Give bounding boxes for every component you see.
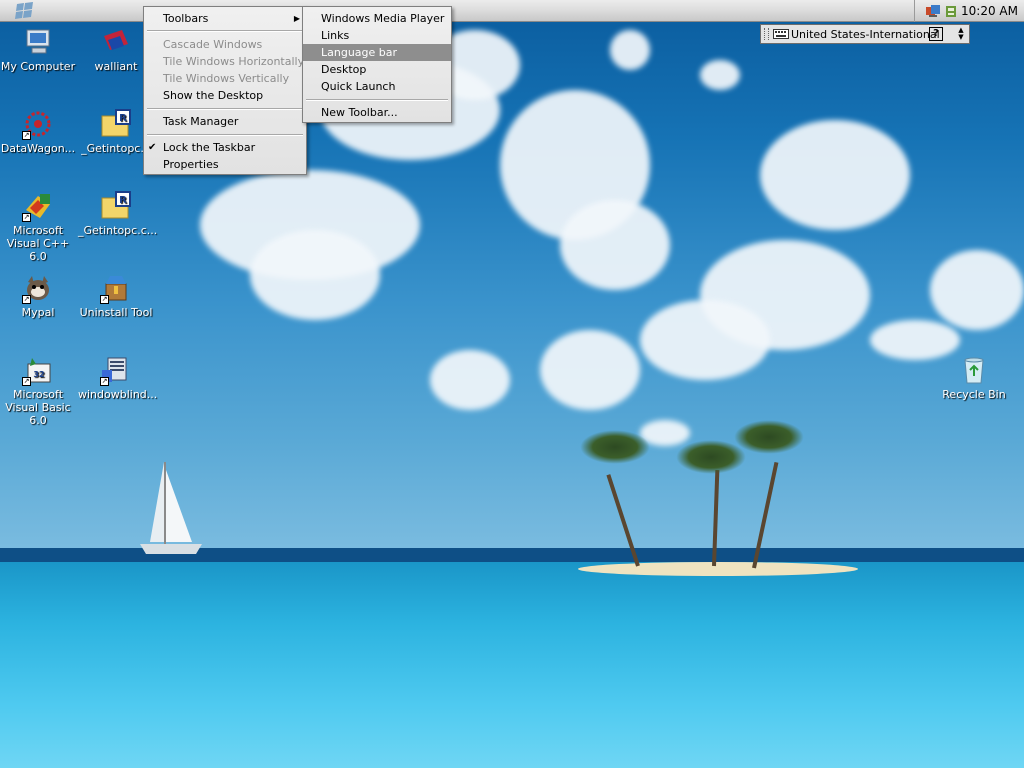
datawagon-icon: ↗ (22, 108, 54, 140)
menu-separator (306, 99, 448, 101)
submenu-arrow-icon: ▶ (293, 14, 300, 23)
desktop-icon-visual-basic[interactable]: 32 ↗ Microsoft Visual Basic 6.0 (0, 354, 76, 427)
menu-item-task-manager[interactable]: Task Manager (144, 113, 306, 130)
menu-separator (147, 134, 303, 136)
network-icon[interactable] (925, 3, 941, 19)
menu-item-cascade-windows[interactable]: Cascade Windows (144, 36, 306, 53)
desktop-icon-uninstall-tool[interactable]: ↗ Uninstall Tool (78, 272, 154, 319)
submenu-item-windows-media-player[interactable]: Windows Media Player (303, 10, 451, 27)
checkmark-icon: ✔ (148, 142, 157, 153)
menu-item-tile-vertically[interactable]: Tile Windows Vertically (144, 70, 306, 87)
drag-grip-handle[interactable] (764, 28, 769, 40)
recycle-bin-icon (958, 354, 990, 386)
desktop-icon-visual-cpp[interactable]: ↗ Microsoft Visual C++ 6.0 (0, 190, 76, 263)
windowblinds-icon: ↗ (100, 354, 132, 386)
start-button[interactable] (14, 2, 36, 19)
language-name[interactable]: United States-International (791, 28, 940, 41)
computer-icon (22, 26, 54, 58)
menu-separator (147, 30, 303, 32)
desktop-icon-windowblinds[interactable]: ↗ windowblind... (78, 354, 157, 401)
menu-item-lock-taskbar[interactable]: ✔ Lock the Taskbar (144, 139, 306, 156)
desktop-icon-mypal[interactable]: ↗ Mypal (0, 272, 76, 319)
desktop-icon-recycle-bin[interactable]: Recycle Bin (936, 354, 1012, 401)
menu-item-properties[interactable]: Properties (144, 156, 306, 173)
windows-logo-icon (15, 2, 33, 19)
submenu-item-new-toolbar[interactable]: New Toolbar... (303, 104, 451, 121)
mypal-icon: ↗ (22, 272, 54, 304)
taskbar-context-menu: Toolbars ▶ Cascade Windows Tile Windows … (143, 6, 307, 175)
desktop-icon-datawagon[interactable]: ↗ DataWagon... (0, 108, 76, 155)
menu-item-show-desktop[interactable]: Show the Desktop (144, 87, 306, 104)
desktop-icon-getintopc-2[interactable]: R _Getintopc.c... (78, 190, 157, 237)
menu-separator (147, 108, 303, 110)
visual-cpp-icon: ↗ (22, 190, 54, 222)
submenu-item-links[interactable]: Links (303, 27, 451, 44)
svg-text:R: R (119, 113, 127, 124)
desktop-icon-my-computer[interactable]: My Computer (0, 26, 76, 73)
submenu-item-language-bar[interactable]: Language bar (303, 44, 451, 61)
svg-text:R: R (119, 195, 127, 206)
menu-item-toolbars[interactable]: Toolbars ▶ (144, 10, 306, 27)
toolbars-submenu: Windows Media Player Links Language bar … (302, 6, 452, 123)
walliant-icon (100, 26, 132, 58)
uninstall-tool-icon: ↗ (100, 272, 132, 304)
folder-icon: R (100, 108, 132, 140)
help-icon[interactable]: ? (929, 27, 943, 41)
system-tray: 10:20 AM (914, 0, 1024, 22)
svg-text:32: 32 (33, 370, 44, 379)
speaker-icon[interactable] (943, 3, 959, 19)
clock[interactable]: 10:20 AM (961, 4, 1018, 18)
menu-item-tile-horizontally[interactable]: Tile Windows Horizontally (144, 53, 306, 70)
submenu-item-desktop[interactable]: Desktop (303, 61, 451, 78)
folder-icon: R (100, 190, 132, 222)
keyboard-icon (773, 29, 789, 39)
submenu-item-quick-launch[interactable]: Quick Launch (303, 78, 451, 95)
language-bar[interactable]: United States-International ? ▲ ▼ (760, 24, 970, 44)
visual-basic-icon: 32 ↗ (22, 354, 54, 386)
sailboat-image (140, 462, 202, 554)
options-chevron-icon[interactable]: ▲ ▼ (956, 27, 966, 41)
